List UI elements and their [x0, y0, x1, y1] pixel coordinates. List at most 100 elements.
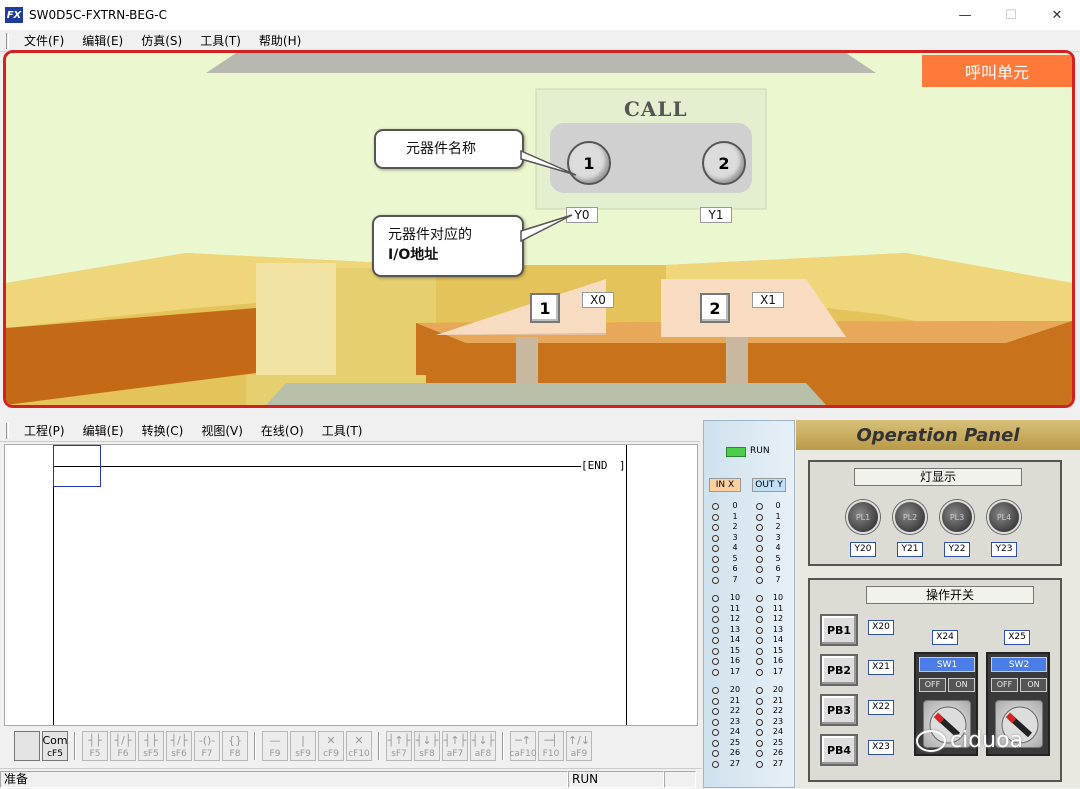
- ladder-menu-edit[interactable]: 编辑(E): [74, 420, 133, 441]
- input-number: 6: [732, 564, 738, 573]
- ladder-menu-project[interactable]: 工程(P): [15, 420, 74, 441]
- toolbar-key-label: F6: [117, 749, 129, 759]
- output-number: 6: [775, 564, 781, 573]
- push-button-1[interactable]: PB1: [820, 614, 858, 646]
- toolbar-symbol: ┤↑├: [443, 734, 467, 747]
- io-row: 66: [704, 564, 796, 575]
- toolbar-symbol: {}: [228, 734, 242, 747]
- io-row: 33: [704, 533, 796, 544]
- ladder-cursor[interactable]: [53, 445, 101, 487]
- switch-address-tag: X24: [932, 630, 958, 645]
- toolbar-key-label: F7: [201, 749, 213, 759]
- ladder-canvas[interactable]: [END ]: [4, 444, 698, 726]
- menu-help[interactable]: 帮助(H): [250, 30, 310, 51]
- ladder-menu-online[interactable]: 在线(O): [252, 420, 313, 441]
- toolbar-key-label: cF5: [47, 749, 63, 759]
- input-number: 21: [729, 695, 741, 705]
- input-led: [712, 750, 719, 757]
- toolbar-button-f8[interactable]: {} F8: [222, 731, 248, 761]
- push-button-4[interactable]: PB4: [820, 734, 858, 766]
- input-number: 26: [729, 748, 741, 757]
- toolbar-button-af9[interactable]: ↑/↓ aF9: [566, 731, 592, 761]
- input-led: [712, 718, 719, 726]
- input-number: 14: [729, 635, 741, 644]
- io-row: 10 10: [704, 593, 796, 604]
- wechat-icon: [916, 729, 946, 752]
- input-led: [712, 576, 719, 584]
- toolbar-button-sf6[interactable]: ┤/├ sF6: [166, 731, 192, 761]
- ladder-menu-convert[interactable]: 转换(C): [133, 420, 193, 441]
- toolbar-button-f6[interactable]: ┤/├ F6: [110, 731, 136, 761]
- close-button[interactable]: ✕: [1034, 0, 1080, 30]
- io-row: 15 15: [704, 646, 796, 657]
- left-power-rail: [53, 445, 54, 725]
- toolbar-button-af8[interactable]: ┤↓├ aF8: [470, 731, 496, 761]
- menu-tools[interactable]: 工具(T): [191, 30, 250, 51]
- toolbar-button-cf5[interactable]: Com cF5: [42, 731, 68, 761]
- push-button-2[interactable]: PB2: [820, 654, 858, 686]
- maximize-button[interactable]: ☐: [988, 0, 1034, 30]
- io-row: 26 26: [704, 748, 796, 759]
- output-number: 13: [772, 624, 784, 634]
- ladder-menu-grip[interactable]: [6, 422, 9, 439]
- menu-simulate[interactable]: 仿真(S): [132, 30, 191, 51]
- ladder-menu-bar: 工程(P) 编辑(E) 转换(C) 视图(V) 在线(O) 工具(T): [0, 420, 700, 442]
- ladder-menu-tools[interactable]: 工具(T): [313, 420, 372, 441]
- input-led: [712, 668, 719, 676]
- run-label: RUN: [750, 446, 770, 456]
- toolbar-button-f9[interactable]: — F9: [262, 731, 288, 761]
- switch-off-label: OFF: [991, 678, 1018, 692]
- toolbar-button-f5[interactable]: ┤├ F5: [82, 731, 108, 761]
- toolbar-button-f7[interactable]: -()- F7: [194, 731, 220, 761]
- switch-section-title: 操作开关: [866, 586, 1034, 604]
- switch-name: SW1: [919, 657, 975, 672]
- toolbar-key-label: caF10: [509, 749, 537, 759]
- output-led: [756, 760, 763, 768]
- toolbar-button-sf8[interactable]: ┤↓├ sF8: [414, 731, 440, 761]
- output-number: 11: [772, 603, 784, 613]
- input-number: 1: [732, 511, 738, 521]
- toolbar-button-sf5[interactable]: ┤├ sF5: [138, 731, 164, 761]
- toolbar-button-cf9[interactable]: ✕ cF9: [318, 731, 344, 761]
- toolbar-symbol: ─┤: [544, 734, 558, 747]
- callout-pointers: [520, 149, 577, 243]
- toolbar-symbol: ─↑: [515, 734, 531, 747]
- toolbar-button-align[interactable]: [14, 731, 40, 761]
- io-row: 44: [704, 543, 796, 554]
- menu-edit[interactable]: 编辑(E): [73, 30, 132, 51]
- minimize-button[interactable]: —: [942, 0, 988, 30]
- toolbar-button-f10[interactable]: ─┤ F10: [538, 731, 564, 761]
- push-button-3[interactable]: PB3: [820, 694, 858, 726]
- toolbar-button-cf10[interactable]: ✕ cF10: [346, 731, 372, 761]
- toolbar-symbol: —: [269, 734, 281, 747]
- input-led: [712, 566, 719, 573]
- input-led: [712, 503, 719, 510]
- toolbar-symbol: ┤/├: [170, 734, 188, 747]
- input-led: [712, 637, 719, 644]
- ladder-menu-view[interactable]: 视图(V): [192, 420, 252, 441]
- input-number: 23: [729, 716, 741, 726]
- output-led: [756, 637, 763, 644]
- io-row: 11 11: [704, 604, 796, 615]
- input-number: 24: [729, 727, 741, 736]
- input-led: [712, 708, 719, 715]
- push-button-address-tag: X23: [868, 740, 894, 755]
- toolbar-button-af7[interactable]: ┤↑├ aF7: [442, 731, 468, 761]
- toolbar-button-caf10[interactable]: ─↑ caF10: [509, 731, 537, 761]
- output-led: [756, 626, 763, 634]
- ladder-rung: [53, 466, 581, 467]
- menu-file[interactable]: 文件(F): [15, 30, 73, 51]
- toolbar-key-label: sF5: [143, 749, 159, 759]
- menu-grip[interactable]: [6, 32, 9, 49]
- io-row: 20 20: [704, 685, 796, 696]
- input-led: [712, 513, 719, 521]
- toolbar-symbol: Com: [42, 734, 68, 747]
- toolbar-button-sf9[interactable]: | sF9: [290, 731, 316, 761]
- toolbar-key-label: cF9: [323, 749, 339, 759]
- input-led: [712, 545, 719, 552]
- output-number: 1: [775, 511, 781, 521]
- toolbar-button-sf7[interactable]: ┤↑├ sF7: [386, 731, 412, 761]
- run-led: [726, 447, 746, 457]
- toolbar-key-label: F10: [542, 749, 560, 759]
- switch-on-label: ON: [1020, 678, 1047, 692]
